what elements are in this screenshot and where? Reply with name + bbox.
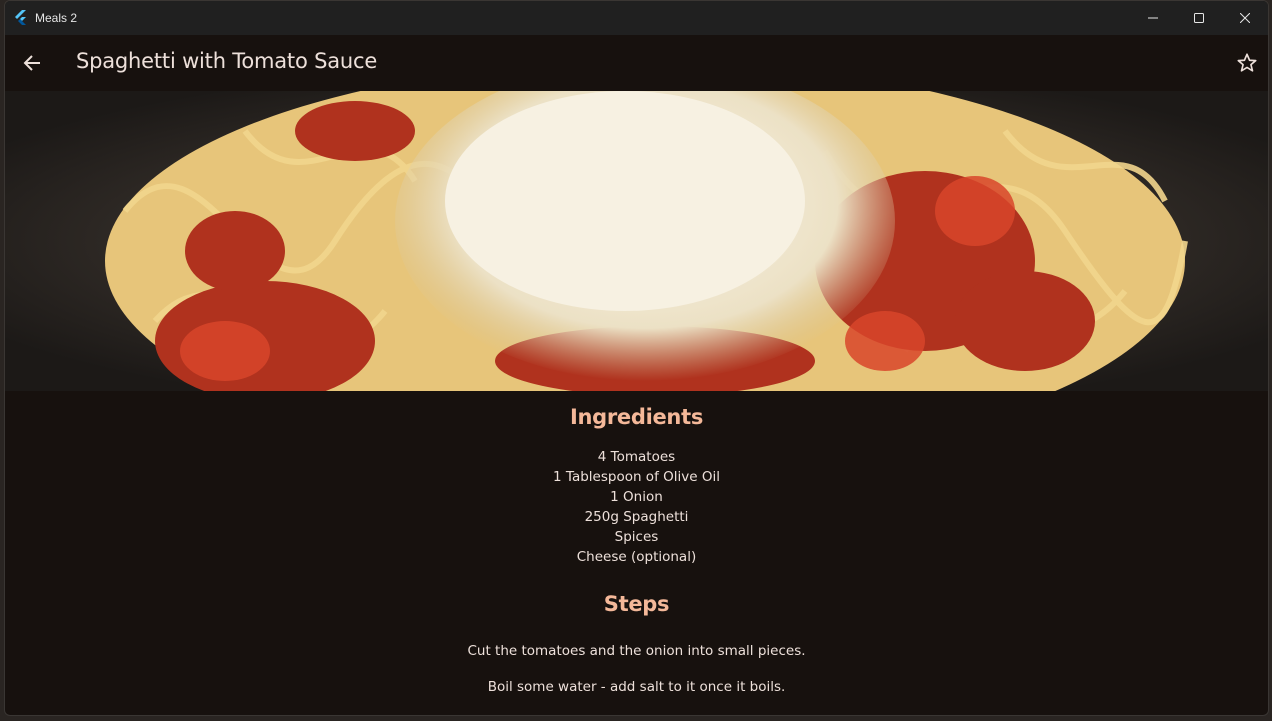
back-button[interactable] — [16, 47, 48, 79]
maximize-button[interactable] — [1176, 1, 1222, 35]
meal-image — [5, 91, 1268, 391]
maximize-icon — [1194, 13, 1204, 23]
ingredient-item: Spices — [614, 529, 659, 545]
spaghetti-photo — [5, 91, 1268, 391]
close-button[interactable] — [1222, 1, 1268, 35]
app-bar: Spaghetti with Tomato Sauce — [5, 35, 1268, 91]
app-window: Meals 2 Spaghetti with Tomato Sauce Ingr… — [4, 0, 1269, 716]
favorite-button[interactable] — [1231, 47, 1263, 79]
close-icon — [1240, 13, 1250, 23]
minimize-button[interactable] — [1130, 1, 1176, 35]
flutter-logo-icon — [15, 10, 26, 25]
steps-heading: Steps — [603, 592, 670, 616]
ingredients-list: 4 Tomatoes 1 Tablespoon of Olive Oil 1 O… — [5, 447, 1268, 567]
ingredient-item: 4 Tomatoes — [597, 449, 676, 465]
arrow-back-icon — [23, 55, 40, 71]
meal-details: Ingredients 4 Tomatoes 1 Tablespoon of O… — [5, 391, 1268, 715]
window-titlebar[interactable]: Meals 2 — [5, 1, 1268, 35]
ingredient-item: 250g Spaghetti — [584, 509, 689, 525]
step-item: Cut the tomatoes and the onion into smal… — [467, 643, 806, 659]
step-item: Boil some water - add salt to it once it… — [487, 679, 786, 695]
ingredient-item: Cheese (optional) — [576, 549, 697, 565]
page-title: Spaghetti with Tomato Sauce — [76, 49, 378, 73]
steps-list: Cut the tomatoes and the onion into smal… — [5, 641, 1268, 713]
ingredients-heading: Ingredients — [569, 405, 704, 429]
window-title: Meals 2 — [35, 11, 78, 25]
ingredient-item: 1 Onion — [610, 489, 663, 505]
minimize-icon — [1148, 17, 1158, 19]
ingredient-item: 1 Tablespoon of Olive Oil — [553, 469, 720, 485]
star-outline-icon — [1237, 53, 1257, 72]
